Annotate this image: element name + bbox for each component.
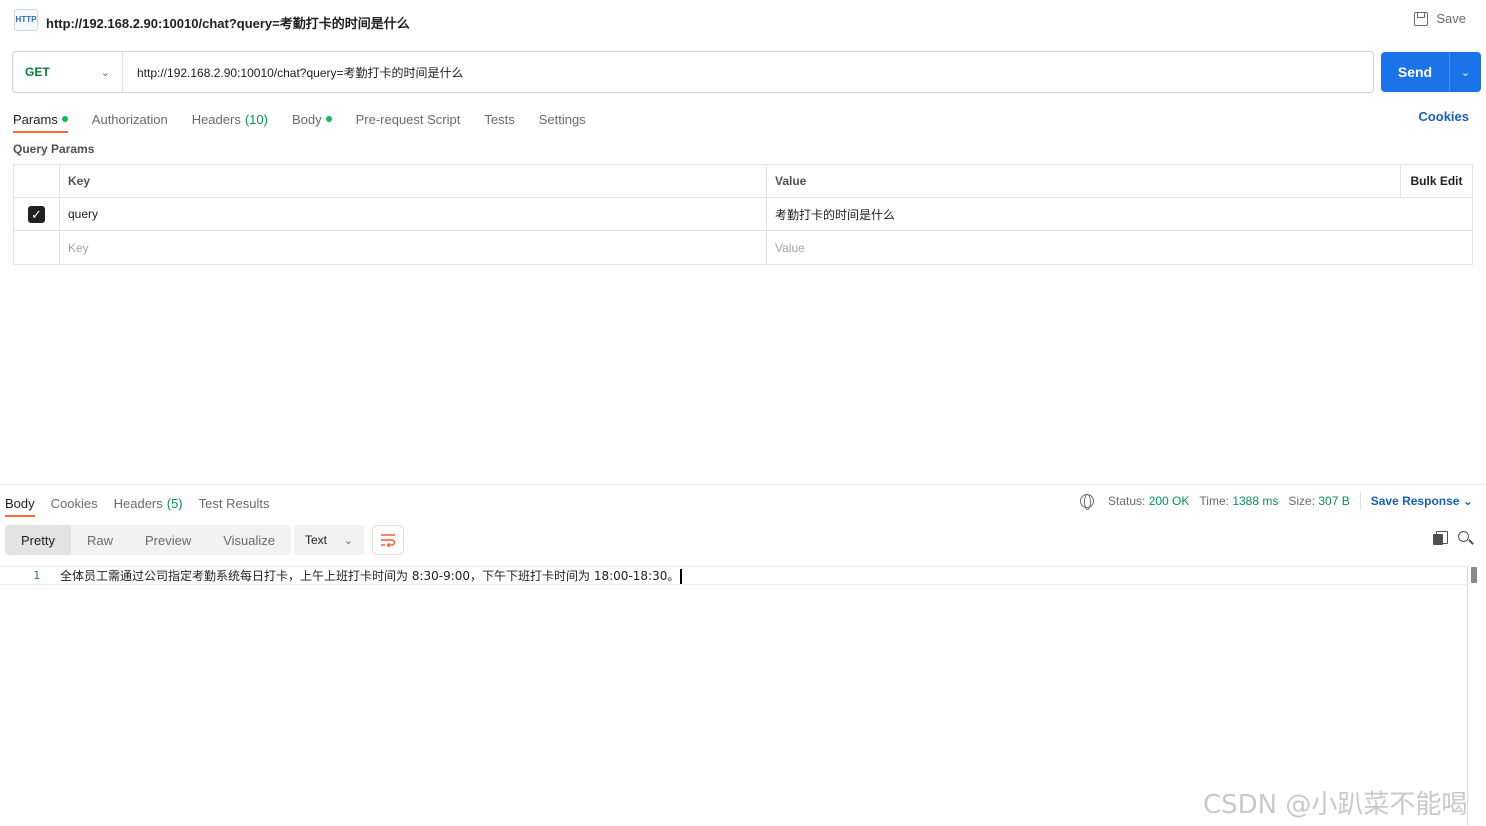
tab-response-body[interactable]: Body: [5, 490, 35, 517]
wrap-lines-button[interactable]: [372, 525, 404, 555]
tab-body[interactable]: Body: [292, 106, 332, 132]
chevron-down-icon: ⌄: [343, 534, 353, 547]
key-column-header: Key: [60, 165, 767, 197]
url-input[interactable]: [123, 52, 1373, 92]
format-raw[interactable]: Raw: [71, 525, 129, 555]
url-bar: GET ⌄: [12, 51, 1374, 93]
param-value-cell[interactable]: 考勤打卡的时间是什么: [767, 198, 1472, 230]
tab-response-headers[interactable]: Headers (5): [114, 490, 183, 516]
value-column-header: Value: [775, 174, 807, 188]
chevron-down-icon: ⌄: [1462, 494, 1473, 508]
globe-icon[interactable]: [1080, 494, 1094, 510]
tab-tests[interactable]: Tests: [484, 106, 514, 132]
tab-params[interactable]: Params: [13, 106, 68, 133]
code-line[interactable]: 1 全体员工需通过公司指定考勤系统每日打卡，上午上班打卡时间为 8:30-9:0…: [0, 566, 1466, 585]
new-key-input[interactable]: Key: [60, 231, 767, 264]
http-request-icon: HTTP: [14, 9, 38, 31]
search-icon[interactable]: [1458, 531, 1473, 546]
size-info[interactable]: Size: 307 B: [1288, 494, 1349, 508]
modified-dot-icon: [325, 116, 332, 122]
line-number: 1: [33, 569, 40, 582]
tab-settings[interactable]: Settings: [539, 106, 586, 132]
method-select[interactable]: GET ⌄: [13, 52, 123, 92]
modified-dot-icon: [61, 116, 68, 122]
table-header-row: Key Value Bulk Edit: [14, 165, 1472, 198]
save-button[interactable]: Save: [1414, 11, 1466, 26]
request-tabs: Params Authorization Headers (10) Body Pr…: [13, 106, 586, 133]
format-visualize[interactable]: Visualize: [207, 525, 291, 555]
chevron-down-icon: ⌄: [100, 66, 110, 79]
body-type-label: Text: [305, 533, 328, 547]
watermark: CSDN @小趴菜不能喝: [1203, 790, 1468, 820]
send-button[interactable]: Send ⌄: [1381, 52, 1481, 92]
request-title[interactable]: http://192.168.2.90:10010/chat?query=考勤打…: [46, 13, 410, 32]
text-caret: [680, 569, 683, 584]
save-icon: [1414, 11, 1429, 26]
format-preview[interactable]: Preview: [129, 525, 207, 555]
cookies-link[interactable]: Cookies: [1418, 109, 1469, 124]
format-pretty[interactable]: Pretty: [5, 525, 71, 555]
send-label: Send: [1397, 64, 1433, 80]
response-body-text[interactable]: 全体员工需通过公司指定考勤系统每日打卡，上午上班打卡时间为 8:30-9:00，…: [48, 567, 683, 584]
save-response-button[interactable]: Save Response ⌄: [1371, 494, 1473, 508]
response-meta: Status: 200 OK Time: 1388 ms Size: 307 B…: [1080, 491, 1473, 511]
wrap-lines-icon: [381, 534, 396, 547]
body-type-select[interactable]: Text ⌄: [294, 525, 364, 555]
tab-response-cookies[interactable]: Cookies: [51, 490, 98, 516]
scrollbar-thumb[interactable]: [1471, 567, 1477, 583]
new-value-input[interactable]: Value: [767, 231, 1472, 264]
response-divider[interactable]: [0, 484, 1486, 485]
request-title-bar: HTTP http://192.168.2.90:10010/chat?quer…: [0, 0, 1486, 42]
bulk-edit-button[interactable]: Bulk Edit: [1400, 165, 1472, 197]
copy-icon[interactable]: [1433, 531, 1448, 546]
divider: [1359, 492, 1361, 510]
save-label: Save: [1436, 11, 1466, 26]
send-options-chevron-icon[interactable]: ⌄: [1450, 66, 1481, 79]
query-params-table: Key Value Bulk Edit ✓ query 考勤打卡的时间是什么 K…: [13, 164, 1473, 265]
tab-authorization[interactable]: Authorization: [92, 106, 168, 132]
param-enabled-checkbox[interactable]: ✓: [28, 205, 45, 223]
time-info[interactable]: Time: 1388 ms: [1199, 494, 1278, 508]
tab-test-results[interactable]: Test Results: [199, 490, 270, 516]
body-format-tabs: Pretty Raw Preview Visualize: [5, 525, 292, 555]
method-label: GET: [25, 65, 50, 79]
tab-headers[interactable]: Headers (10): [192, 106, 268, 132]
status-info[interactable]: Status: 200 OK: [1108, 494, 1189, 508]
query-params-heading: Query Params: [13, 142, 95, 156]
param-key-cell[interactable]: query: [60, 198, 767, 230]
table-row-empty: Key Value: [14, 231, 1472, 264]
response-tabs: Body Cookies Headers (5) Test Results: [5, 490, 270, 517]
header-check-cell: [14, 165, 60, 197]
table-row: ✓ query 考勤打卡的时间是什么: [14, 198, 1472, 231]
tab-pre-request-script[interactable]: Pre-request Script: [356, 106, 461, 132]
